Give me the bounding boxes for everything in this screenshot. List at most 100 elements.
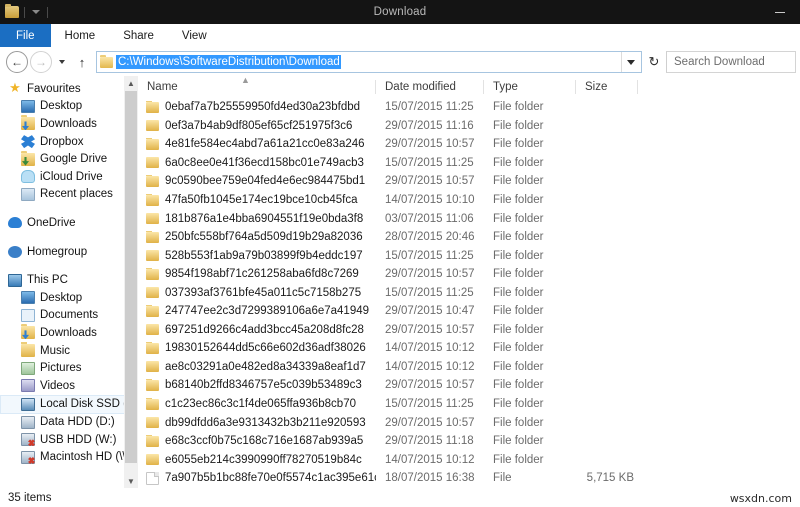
table-row[interactable]: b68140b2ffd8346757e5c039b53489c3 29/07/20…	[138, 376, 800, 395]
sidebar-item-label: This PC	[27, 274, 68, 287]
desktop-icon	[21, 291, 35, 305]
table-row[interactable]: ae8c03291a0e482ed8a34339a8eaf1d7 14/07/20…	[138, 358, 800, 377]
sidebar-item-dropbox[interactable]: Dropbox	[0, 133, 138, 151]
sidebar-group-this-pc[interactable]: This PC	[0, 271, 138, 289]
sidebar-group-favourites[interactable]: ★ Favourites	[0, 80, 138, 98]
sidebar-group-onedrive[interactable]: OneDrive	[0, 214, 138, 232]
tab-file[interactable]: File	[0, 24, 51, 47]
sidebar-item-desktop[interactable]: Desktop	[0, 98, 138, 116]
folder-icon	[146, 398, 159, 410]
sidebar-group-homegroup[interactable]: Homegroup	[0, 243, 138, 261]
date-modified-cell: 18/07/2015 16:38	[385, 472, 475, 485]
column-header-size[interactable]: Size	[576, 76, 638, 98]
table-row[interactable]: 47fa50fb1045e174ec19bce10cb45fca 14/07/20…	[138, 191, 800, 210]
sidebar-item-downloads[interactable]: Downloads	[0, 115, 138, 133]
sidebar-item-pictures[interactable]: Pictures	[0, 359, 138, 377]
tab-view[interactable]: View	[168, 24, 221, 47]
column-header-name[interactable]: Name ▲	[138, 75, 376, 98]
file-name-label: 4e81fe584ec4abd7a61a21cc0e83a246	[165, 138, 365, 151]
sidebar-item-documents[interactable]: Documents	[0, 307, 138, 325]
search-input[interactable]: Search Download	[666, 51, 796, 73]
date-modified-cell: 29/07/2015 10:57	[385, 138, 475, 151]
sidebar-item-local-disk-ssd-c[interactable]: Local Disk SSD (C:)	[0, 394, 138, 414]
table-row[interactable]: e6055eb214c3990990ff78270519b84c 14/07/20…	[138, 450, 800, 469]
table-row[interactable]: 0ebaf7a7b25559950fd4ed30a23bfdbd 15/07/20…	[138, 98, 800, 117]
table-row[interactable]: 9c0590bee759e04fed4e6ec984475bd1 29/07/20…	[138, 172, 800, 191]
date-modified-cell: 15/07/2015 11:25	[385, 101, 474, 114]
table-row[interactable]: 697251d9266c4add3bcc45a208d8fc28 29/07/20…	[138, 321, 800, 340]
sidebar-item-music[interactable]: Music	[0, 342, 138, 360]
table-row[interactable]: c1c23ec86c3c1f4de065ffa936b8cb70 15/07/20…	[138, 395, 800, 414]
table-row[interactable]: 0ef3a7b4ab9df805ef65cf251975f3c6 29/07/20…	[138, 117, 800, 136]
back-button[interactable]: ←	[6, 51, 28, 73]
table-row[interactable]: 9854f198abf71c261258aba6fd8c7269 29/07/20…	[138, 265, 800, 284]
date-modified-cell: 15/07/2015 11:25	[385, 156, 474, 169]
up-button[interactable]: ↑	[72, 51, 92, 73]
address-dropdown-button[interactable]	[621, 52, 640, 72]
table-row[interactable]: 19830152644dd5c66e602d36adf38026 14/07/20…	[138, 339, 800, 358]
sidebar-item-icloud-drive[interactable]: iCloud Drive	[0, 168, 138, 186]
table-row[interactable]: 250bfc558bf764a5d509d19b29a82036 28/07/20…	[138, 228, 800, 247]
explorer-body: ★ Favourites Desktop Downloads Dropbox G…	[0, 75, 800, 488]
date-modified-cell: 29/07/2015 10:47	[385, 305, 475, 318]
type-cell: File folder	[493, 342, 544, 355]
sidebar-item-label: Documents	[40, 309, 99, 322]
date-modified-cell: 14/07/2015 10:12	[385, 360, 475, 373]
file-name-cell: 0ebaf7a7b25559950fd4ed30a23bfdbd	[138, 101, 376, 113]
tab-home[interactable]: Home	[51, 24, 110, 47]
table-row[interactable]: 7a907b5b1bc88fe70e0f5574c1ac395e61ce... 1…	[138, 469, 800, 488]
column-header-type[interactable]: Type	[484, 76, 576, 98]
table-row[interactable]: 181b876a1e4bba6904551f19e0bda3f8 03/07/20…	[138, 209, 800, 228]
date-modified-cell: 14/07/2015 10:12	[385, 453, 475, 466]
chevron-down-icon[interactable]: ▼	[124, 474, 138, 488]
minimize-button[interactable]	[760, 0, 800, 24]
file-name-label: 037393af3761bfe45a011c5c7158b275	[165, 286, 362, 299]
navigation-pane-scrollbar[interactable]: ▲ ▼	[124, 76, 138, 488]
scrollbar-thumb[interactable]	[125, 91, 137, 463]
sidebar-item-label: Music	[40, 344, 71, 357]
table-row[interactable]: 247747ee2c3d7299389106a6e7a41949 29/07/20…	[138, 302, 800, 321]
sidebar-item-downloads[interactable]: Downloads	[0, 324, 138, 342]
folder-icon	[146, 175, 159, 187]
refresh-button[interactable]: ↻	[644, 54, 664, 70]
column-header-date-modified[interactable]: Date modified	[376, 76, 484, 98]
file-name-cell: c1c23ec86c3c1f4de065ffa936b8cb70	[138, 398, 376, 410]
type-cell: File folder	[493, 156, 544, 169]
address-bar-row: ← → ↑ C:\Windows\SoftwareDistribution\Do…	[0, 48, 800, 76]
quick-access-toolbar[interactable]	[0, 0, 50, 24]
sidebar-item-google-drive[interactable]: Google Drive	[0, 150, 138, 168]
file-name-label: e68c3ccf0b75c168c716e1687ab939a5	[165, 435, 364, 448]
address-input[interactable]: C:\Windows\SoftwareDistribution\Download	[96, 51, 642, 73]
sidebar-item-desktop[interactable]: Desktop	[0, 289, 138, 307]
sidebar-item-label: Dropbox	[40, 135, 84, 148]
recent-places-icon	[21, 187, 35, 201]
sidebar-item-videos[interactable]: Videos	[0, 377, 138, 395]
tab-share[interactable]: Share	[109, 24, 168, 47]
sidebar-item-label: iCloud Drive	[40, 170, 103, 183]
recent-locations-button[interactable]	[54, 51, 70, 73]
minimize-icon	[775, 11, 785, 13]
table-row[interactable]: e68c3ccf0b75c168c716e1687ab939a5 29/07/20…	[138, 432, 800, 451]
navigation-pane[interactable]: ★ Favourites Desktop Downloads Dropbox G…	[0, 76, 138, 488]
date-modified-cell: 29/07/2015 10:57	[385, 379, 475, 392]
downloads-folder-icon	[21, 115, 35, 131]
table-row[interactable]: db99dfdd6a3e9313432b3b211e920593 29/07/20…	[138, 413, 800, 432]
sidebar-item-macintosh-hd[interactable]: Macintosh HD (\\MA	[0, 449, 138, 467]
folder-icon	[146, 453, 159, 466]
sidebar-item-label: Desktop	[40, 100, 83, 113]
chevron-up-icon[interactable]: ▲	[124, 76, 138, 90]
file-name-label: 9854f198abf71c261258aba6fd8c7269	[165, 268, 359, 281]
table-row[interactable]: 4e81fe584ec4abd7a61a21cc0e83a246 29/07/20…	[138, 135, 800, 154]
file-name-label: 9c0590bee759e04fed4e6ec984475bd1	[165, 175, 366, 188]
sidebar-item-recent-places[interactable]: Recent places	[0, 186, 138, 204]
window-controls	[760, 0, 800, 24]
chevron-down-icon[interactable]	[32, 10, 40, 14]
table-row[interactable]: 528b553f1ab9a79b03899f9b4eddc197 15/07/20…	[138, 246, 800, 265]
table-row[interactable]: 6a0c8ee0e41f36ecd158bc01e749acb3 15/07/20…	[138, 154, 800, 173]
sidebar-item-usb-hdd-w[interactable]: USB HDD (W:)	[0, 431, 138, 449]
table-row[interactable]: 037393af3761bfe45a011c5c7158b275 15/07/20…	[138, 283, 800, 302]
sidebar-item-data-hdd-d[interactable]: Data HDD (D:)	[0, 414, 138, 432]
forward-button[interactable]: →	[30, 51, 52, 73]
